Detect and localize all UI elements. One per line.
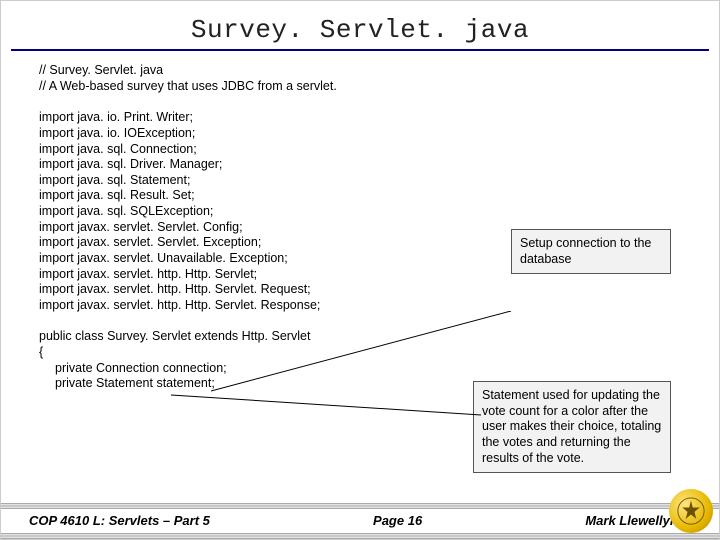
code-line: import java. sql. Statement; xyxy=(39,173,689,189)
blank-line xyxy=(39,313,689,325)
imports-block: import java. io. Print. Writer; import j… xyxy=(39,110,689,313)
ucf-logo-icon xyxy=(669,489,713,533)
comment-line: // A Web-based survey that uses JDBC fro… xyxy=(39,79,689,95)
code-line: { xyxy=(39,345,689,361)
footer-center: Page 16 xyxy=(373,513,422,528)
connector-line xyxy=(171,391,491,441)
content-area: // Survey. Servlet. java // A Web-based … xyxy=(1,51,719,481)
code-line: import javax. servlet. http. Http. Servl… xyxy=(39,282,689,298)
code-line: public class Survey. Servlet extends Htt… xyxy=(39,329,689,345)
code-line: import java. io. Print. Writer; xyxy=(39,110,689,126)
footer-row: COP 4610 L: Servlets – Part 5 Page 16 Ma… xyxy=(1,509,719,530)
callout-connection: Setup connection to the database xyxy=(511,229,671,274)
code-line: import java. sql. SQLException; xyxy=(39,204,689,220)
code-line: import java. sql. Connection; xyxy=(39,142,689,158)
code-line: import java. sql. Driver. Manager; xyxy=(39,157,689,173)
code-line: import javax. servlet. http. Http. Servl… xyxy=(39,298,689,314)
slide-title: Survey. Servlet. java xyxy=(1,1,719,47)
code-line: private Connection connection; xyxy=(39,361,689,377)
blank-line xyxy=(39,94,689,106)
slide: Survey. Servlet. java // Survey. Servlet… xyxy=(0,0,720,540)
comment-line: // Survey. Servlet. java xyxy=(39,63,689,79)
footer: COP 4610 L: Servlets – Part 5 Page 16 Ma… xyxy=(1,503,719,539)
code-line: import java. sql. Result. Set; xyxy=(39,188,689,204)
callout-statement: Statement used for updating the vote cou… xyxy=(473,381,671,473)
footer-left: COP 4610 L: Servlets – Part 5 xyxy=(29,513,210,528)
footer-bar xyxy=(1,533,719,539)
code-line: import java. io. IOException; xyxy=(39,126,689,142)
